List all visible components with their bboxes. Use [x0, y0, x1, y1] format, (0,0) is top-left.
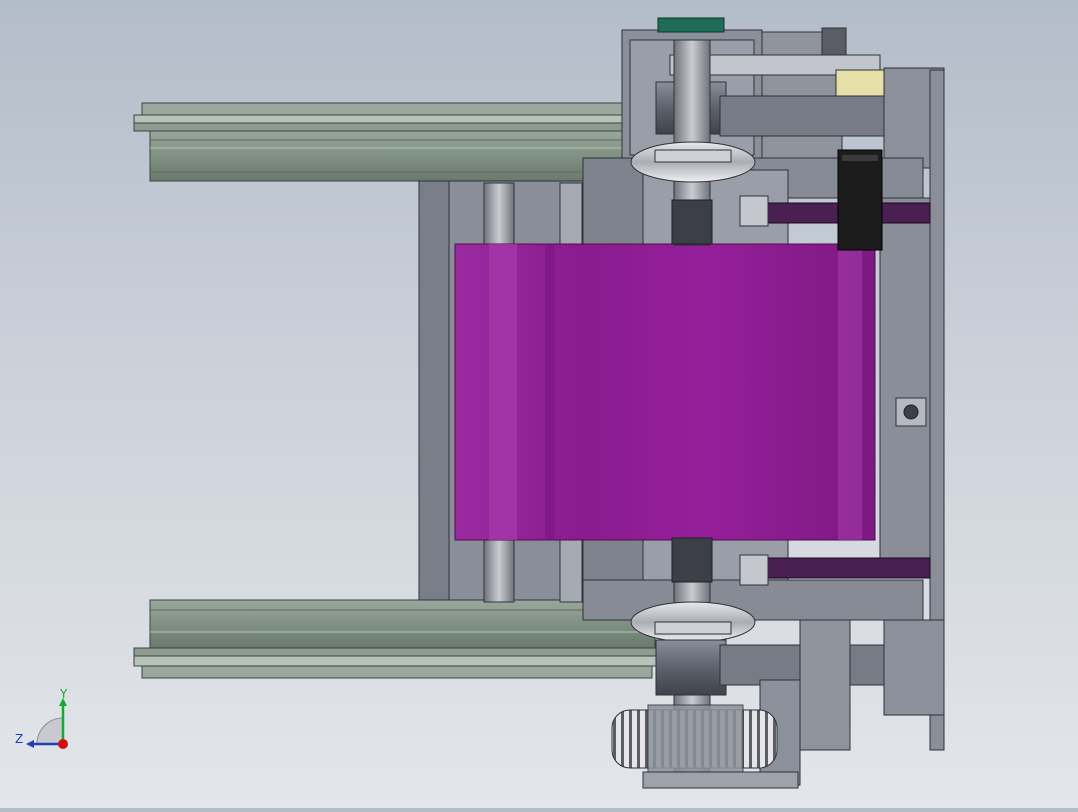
- servo-motor[interactable]: [837, 149, 883, 251]
- cad-viewport[interactable]: [0, 0, 1078, 808]
- triad-arc: [36, 717, 64, 745]
- x-axis-dot: [58, 739, 68, 749]
- orientation-triad: Y Z: [10, 687, 80, 758]
- bearing-block[interactable]: [895, 397, 927, 427]
- teal-cap: [657, 17, 725, 33]
- blower-unit[interactable]: [611, 704, 799, 789]
- z-axis-label: Z: [15, 732, 23, 746]
- purple-roll[interactable]: [454, 243, 876, 541]
- y-axis-label: Y: [59, 688, 68, 701]
- upper-wheel[interactable]: [630, 141, 756, 183]
- lower-rail[interactable]: [133, 599, 660, 679]
- machine-assembly-model[interactable]: [0, 0, 1078, 808]
- lower-wheel[interactable]: [630, 601, 756, 643]
- upper-rail[interactable]: [133, 102, 660, 182]
